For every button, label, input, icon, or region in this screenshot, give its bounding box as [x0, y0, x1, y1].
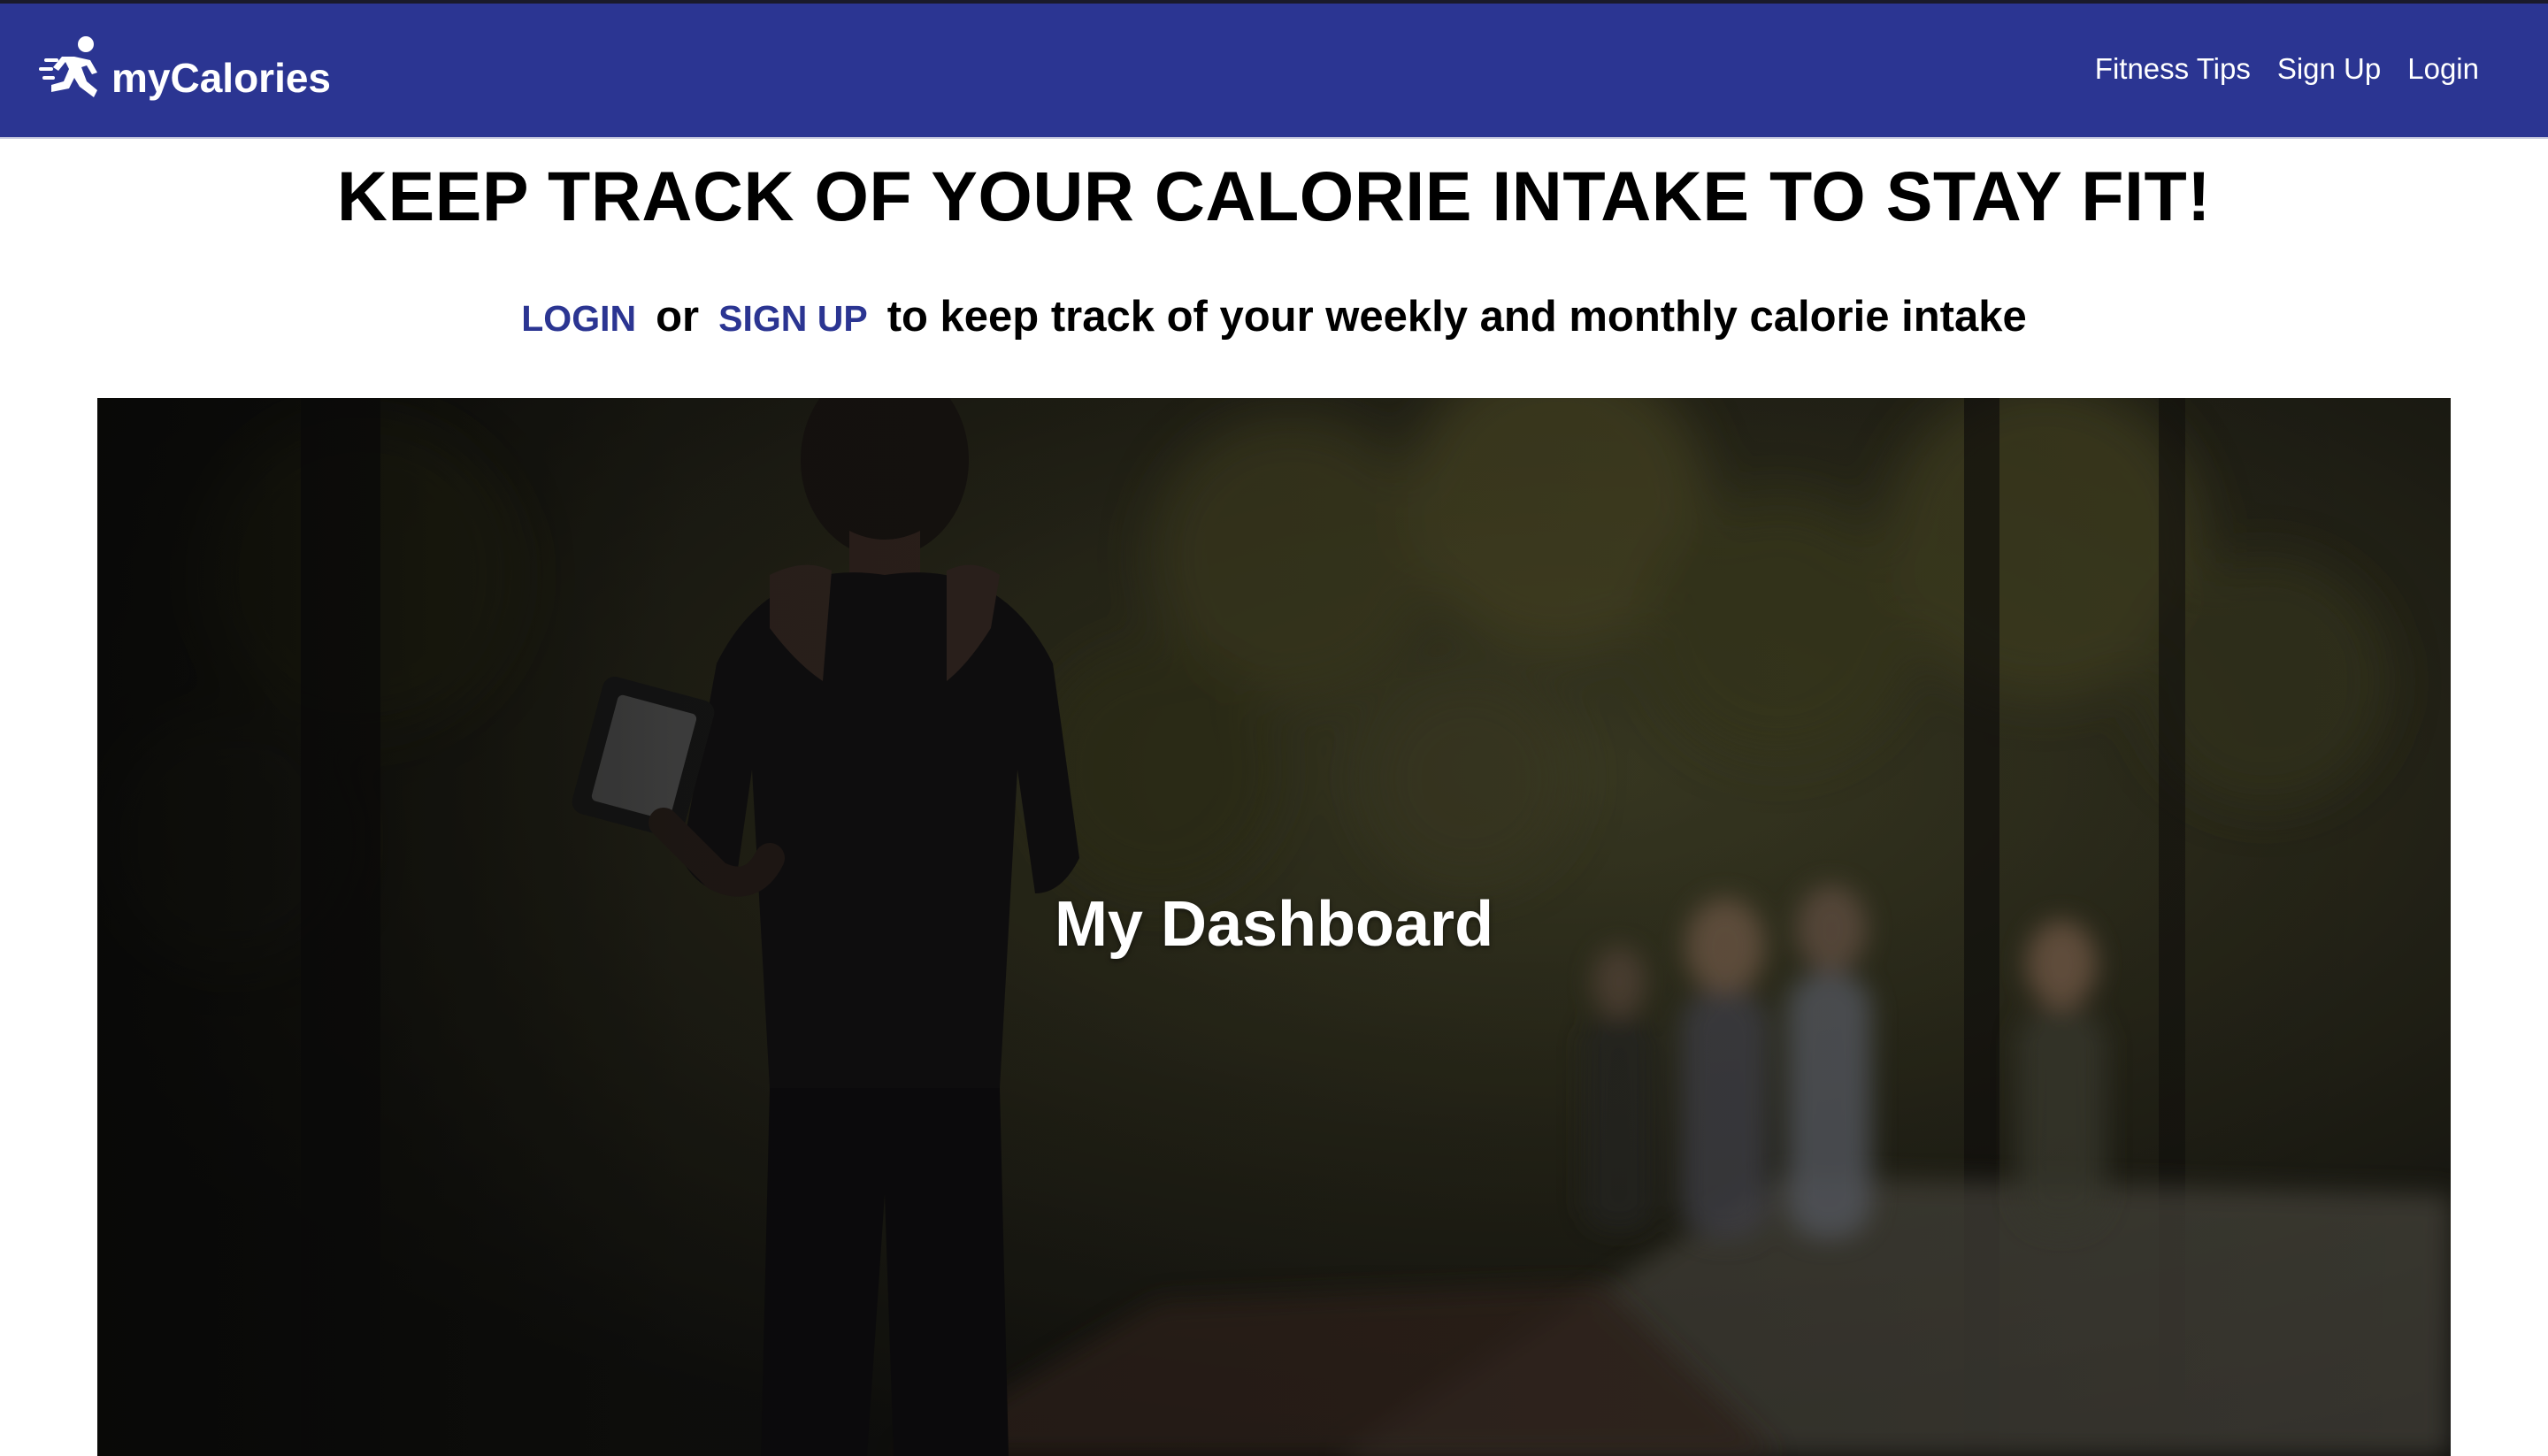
- dashboard-title: My Dashboard: [1054, 889, 1494, 960]
- brand-logo-link[interactable]: myCalories: [39, 32, 331, 111]
- nav-link-sign-up[interactable]: Sign Up: [2277, 52, 2381, 86]
- sign-up-link[interactable]: SIGN UP: [718, 298, 868, 339]
- page-headline: KEEP TRACK OF YOUR CALORIE INTAKE TO STA…: [336, 157, 2212, 235]
- runner-icon: [39, 36, 97, 97]
- nav-links: Fitness Tips Sign Up Login: [2095, 52, 2479, 86]
- login-link[interactable]: LOGIN: [521, 298, 636, 339]
- cta-description: to keep track of your weekly and monthly…: [886, 293, 2027, 341]
- dashboard-hero[interactable]: My Dashboard: [97, 398, 2451, 1456]
- brand-name: myCalories: [111, 55, 332, 101]
- top-navbar: myCalories Fitness Tips Sign Up Login: [0, 0, 2548, 139]
- call-to-action-line: LOGIN or SIGN UP to keep track of your week…: [0, 292, 2548, 341]
- nav-link-login[interactable]: Login: [2407, 52, 2479, 86]
- nav-link-fitness-tips[interactable]: Fitness Tips: [2095, 52, 2251, 86]
- or-text: or: [656, 293, 700, 341]
